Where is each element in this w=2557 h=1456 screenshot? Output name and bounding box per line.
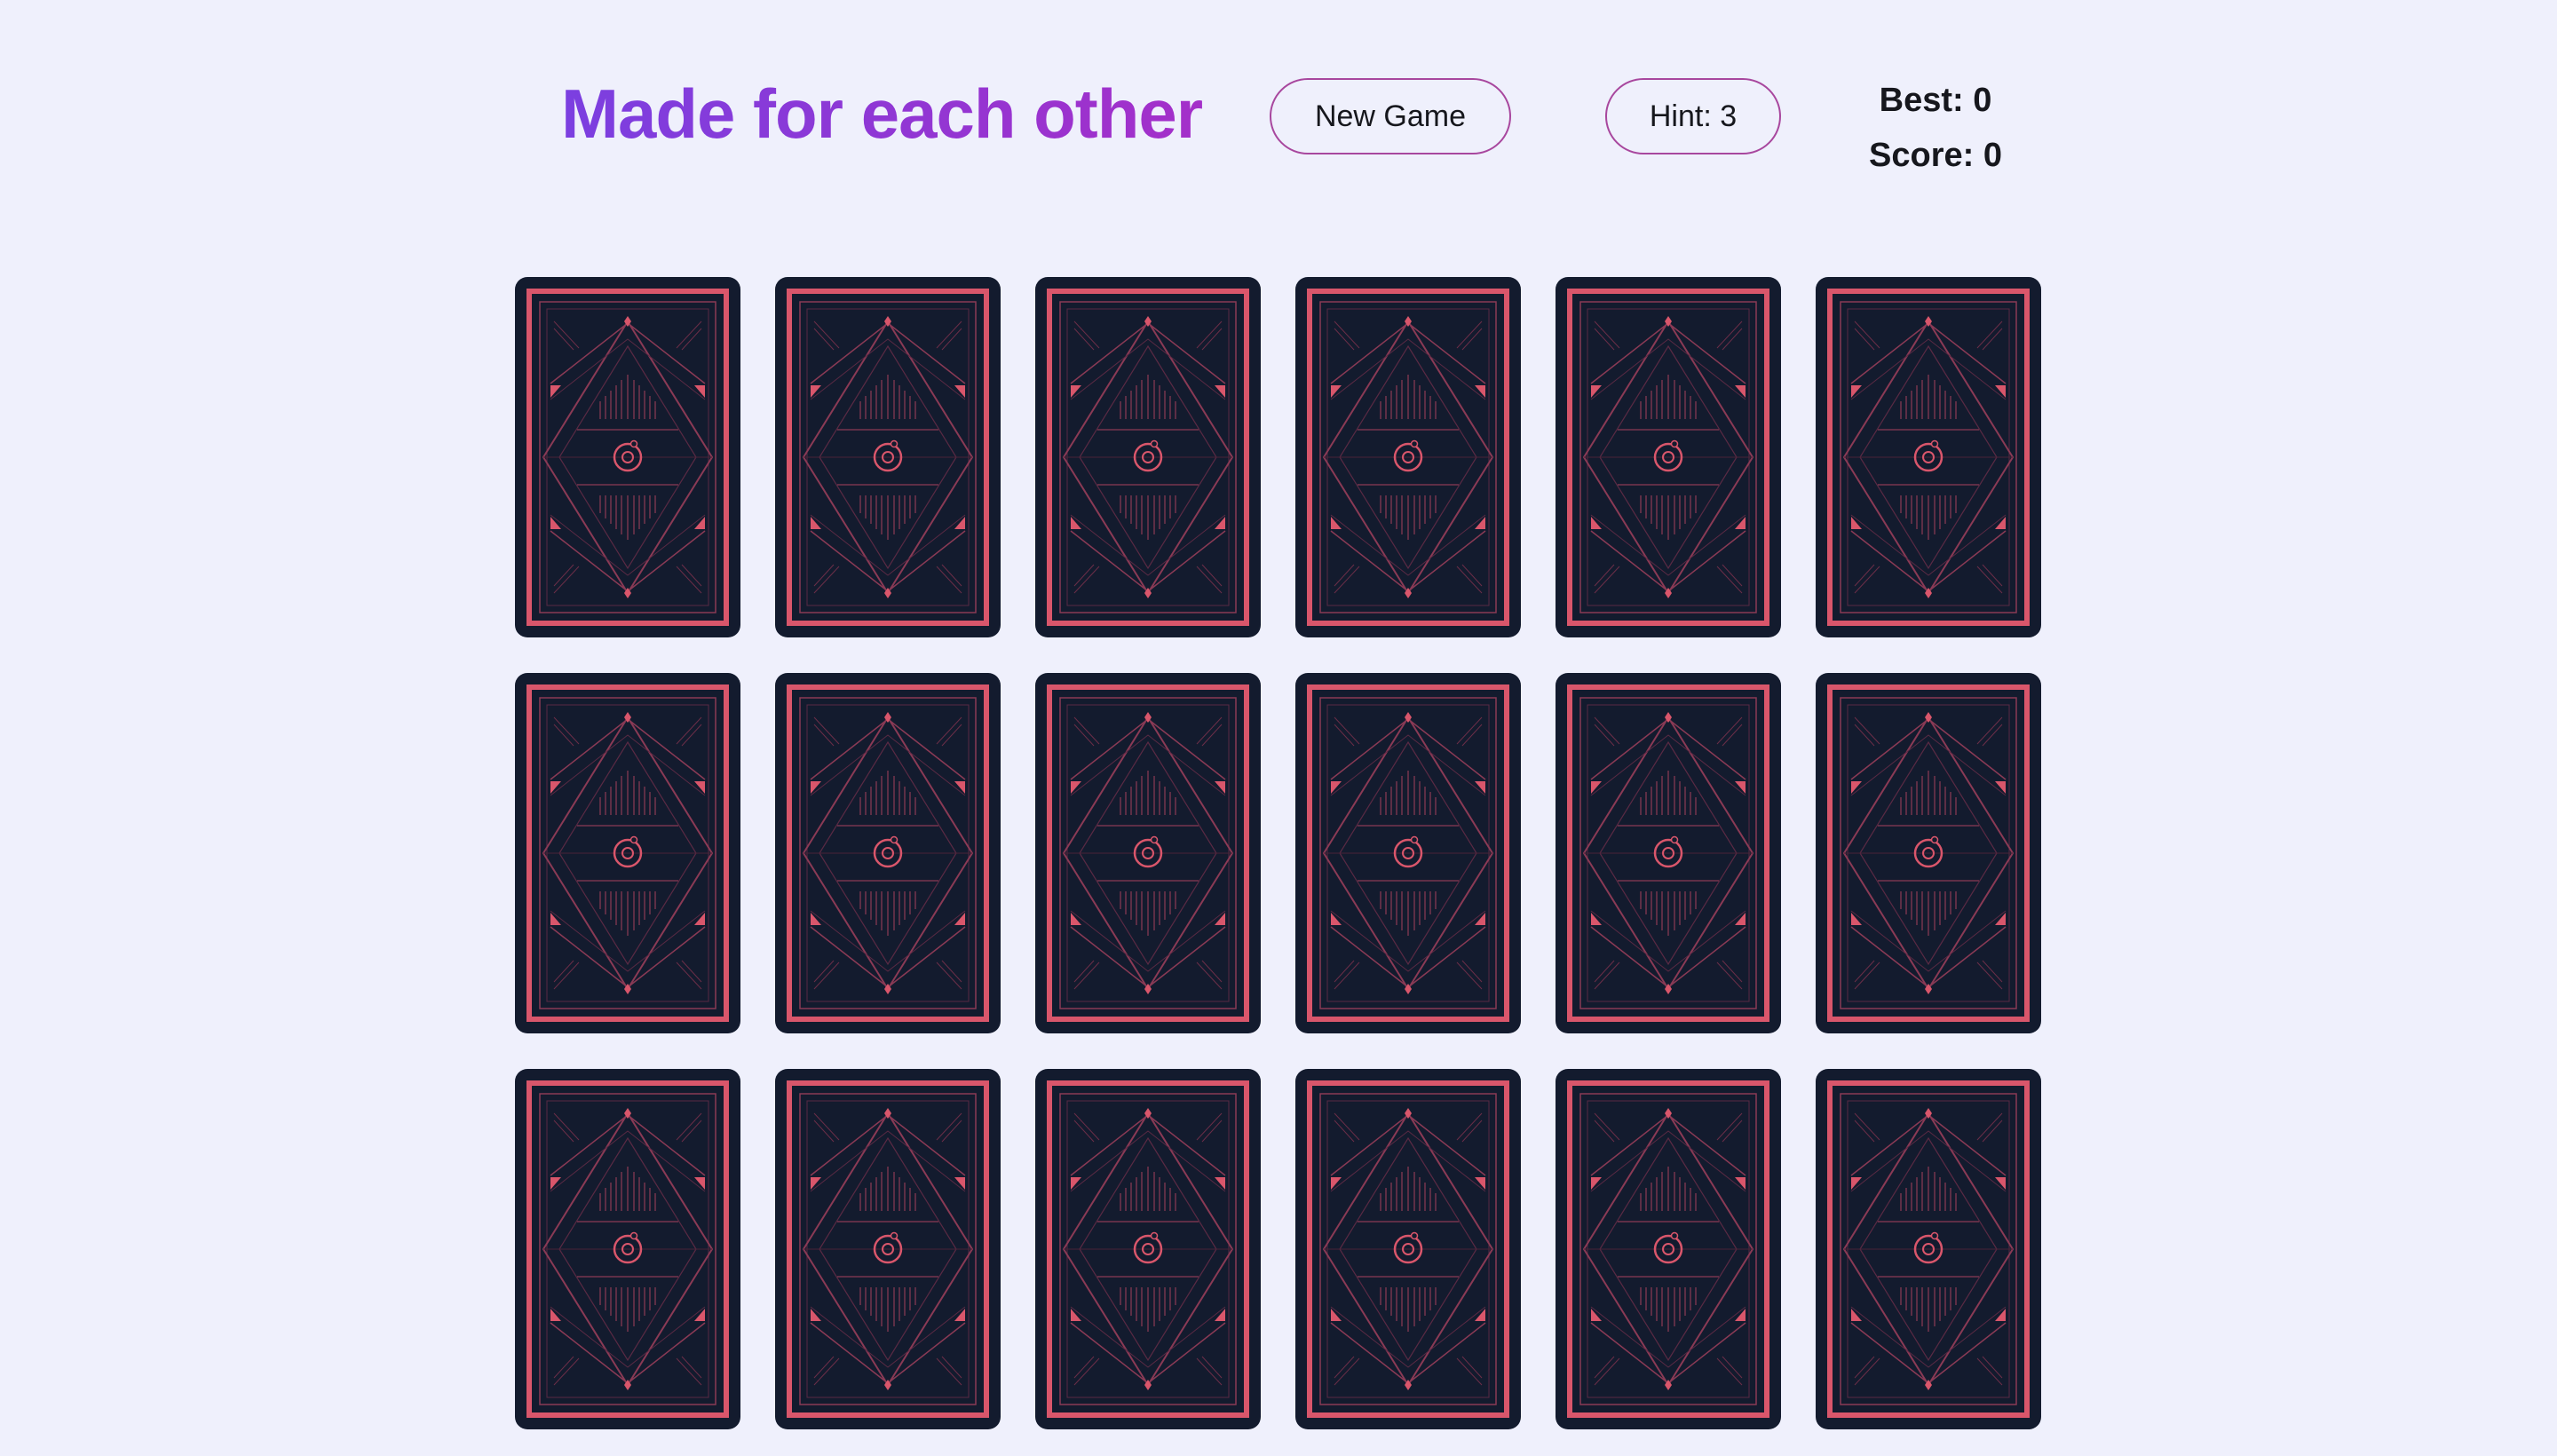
memory-card[interactable] <box>1295 277 1521 637</box>
memory-card[interactable] <box>1295 1069 1521 1429</box>
memory-card[interactable] <box>1556 1069 1781 1429</box>
game-title: Made for each other <box>561 75 1203 153</box>
card-grid <box>515 277 2042 1429</box>
memory-card[interactable] <box>775 277 1001 637</box>
memory-card[interactable] <box>1816 673 2041 1033</box>
current-score: Score: 0 <box>1869 137 2002 174</box>
memory-card[interactable] <box>1556 277 1781 637</box>
memory-card[interactable] <box>515 277 740 637</box>
new-game-button[interactable]: New Game <box>1270 78 1511 154</box>
memory-card[interactable] <box>515 673 740 1033</box>
hint-button[interactable]: Hint: 3 <box>1605 78 1781 154</box>
memory-card[interactable] <box>1035 1069 1261 1429</box>
memory-card[interactable] <box>1035 673 1261 1033</box>
best-score: Best: 0 <box>1879 82 1992 119</box>
memory-card[interactable] <box>515 1069 740 1429</box>
memory-card[interactable] <box>775 673 1001 1033</box>
memory-card[interactable] <box>1035 277 1261 637</box>
memory-card[interactable] <box>1295 673 1521 1033</box>
memory-card[interactable] <box>1816 1069 2041 1429</box>
memory-card[interactable] <box>1556 673 1781 1033</box>
score-panel: Best: 0 Score: 0 <box>1847 73 2024 183</box>
memory-card[interactable] <box>1816 277 2041 637</box>
game-header: Made for each other New Game Hint: 3 Bes… <box>0 0 2557 213</box>
memory-card[interactable] <box>775 1069 1001 1429</box>
